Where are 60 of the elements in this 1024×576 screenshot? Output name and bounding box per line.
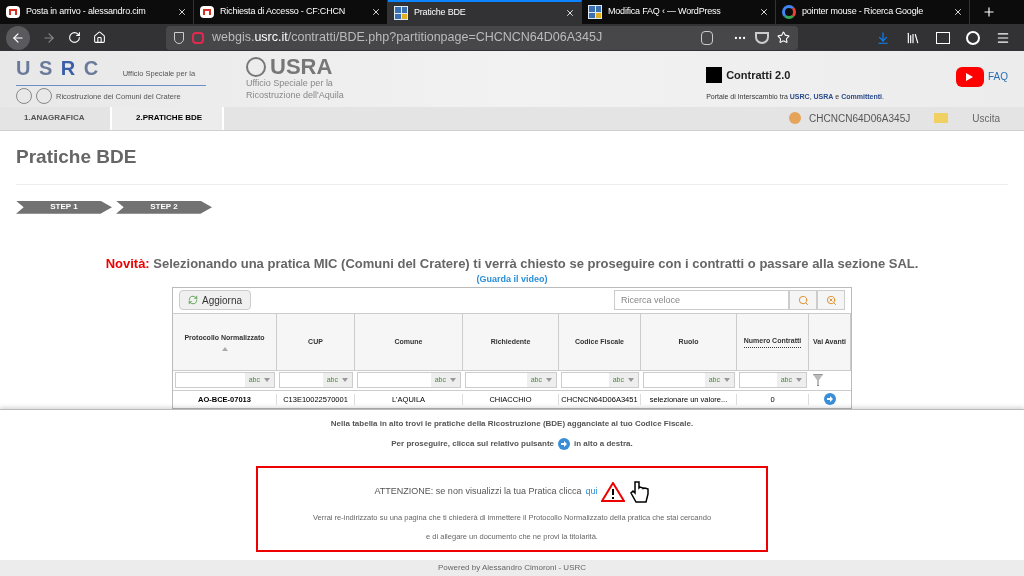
tab-title: Modifica FAQ ‹ — WordPress bbox=[608, 5, 722, 19]
search-icon bbox=[797, 294, 809, 306]
close-icon[interactable] bbox=[953, 7, 963, 18]
portal-title: Contratti 2.0 bbox=[726, 68, 791, 84]
close-icon[interactable] bbox=[177, 7, 187, 18]
logo-letter: C bbox=[83, 56, 99, 82]
logo-letter: U bbox=[16, 56, 31, 82]
logo-caption: Ricostruzione dell'Aquila bbox=[246, 89, 344, 101]
tab-title: Pratiche BDE bbox=[414, 6, 467, 20]
logout-link[interactable]: Uscita bbox=[972, 110, 1000, 126]
news-notice: Novità: Selezionando una pratica MIC (Comuni del Cratere) ti verrà chiesto se proseguire con i contratti o passare alla sezione SAL. bbox=[104, 254, 920, 273]
youtube-icon[interactable] bbox=[956, 66, 984, 87]
browser-tab[interactable]: Pratiche BDE bbox=[388, 0, 582, 25]
close-icon[interactable] bbox=[371, 7, 381, 18]
home-icon[interactable] bbox=[93, 31, 106, 45]
mail-icon bbox=[6, 6, 20, 19]
menu-icon[interactable] bbox=[996, 30, 1010, 45]
help-text: in alto a destra. bbox=[574, 437, 633, 450]
arrow-right-icon bbox=[558, 437, 570, 450]
reload-icon[interactable] bbox=[68, 31, 81, 45]
mail-icon bbox=[200, 6, 214, 19]
address-bar[interactable]: webgis.usrc.it/contratti/BDE.php?partitionpage=CHCNCN64D06A345J bbox=[166, 25, 798, 50]
faq-link[interactable]: FAQ bbox=[988, 69, 1008, 85]
url-text: webgis.usrc.it/contratti/BDE.php?partitionpage=CHCNCN64D06A345J bbox=[212, 29, 604, 47]
video-link[interactable]: (Guarda il video) bbox=[476, 273, 548, 287]
tab-title: Richiesta di Accesso - CF:CHCN bbox=[220, 5, 347, 19]
download-icon[interactable] bbox=[876, 30, 890, 45]
logo-mark: USRA bbox=[270, 56, 333, 79]
logo-letter: R bbox=[60, 56, 76, 82]
refresh-button[interactable]: Aggiorna bbox=[179, 290, 252, 311]
help-text: Per proseguire, clicca sul relativo pulsante bbox=[391, 437, 554, 450]
forward-icon[interactable] bbox=[42, 30, 56, 45]
footer-text: Powered by Alessandro Cimoroni - USRC bbox=[437, 562, 587, 575]
warning-icon bbox=[601, 481, 626, 502]
step-tab[interactable]: 2.PRATICHE BDE bbox=[112, 106, 224, 131]
new-tab-icon[interactable] bbox=[982, 5, 996, 20]
star-icon[interactable] bbox=[777, 31, 790, 45]
tab-title: Posta in arrivo - alessandro.cim bbox=[26, 5, 147, 19]
clear-search-icon bbox=[825, 294, 837, 306]
help-text: Nella tabella in alto trovi le pratiche della Ricostruzione (BDE) agganciate al tuo Codice Fiscale. bbox=[330, 417, 694, 430]
user-code: CHCNCN64D06A345J bbox=[809, 111, 911, 126]
hand-cursor-icon bbox=[629, 479, 650, 504]
site-icon bbox=[588, 5, 602, 20]
site-icon bbox=[394, 6, 408, 21]
google-icon bbox=[782, 5, 796, 20]
emblem-icon bbox=[246, 57, 266, 78]
back-icon[interactable] bbox=[6, 25, 30, 50]
library-icon[interactable] bbox=[906, 30, 920, 45]
logo-caption: Ufficio Speciale per la bbox=[246, 78, 334, 90]
close-icon[interactable] bbox=[565, 8, 575, 19]
page-title: Pratiche BDE bbox=[16, 143, 1008, 185]
close-icon[interactable] bbox=[759, 7, 769, 18]
sidebar-icon[interactable] bbox=[936, 31, 950, 44]
refresh-icon bbox=[188, 295, 198, 306]
tab-title: pointer mouse - Ricerca Google bbox=[802, 5, 925, 19]
go-arrow-icon bbox=[824, 393, 836, 406]
quick-search-field[interactable]: Ricerca veloce bbox=[614, 290, 789, 311]
attention-text: ATTENZIONE: se non visualizzi la tua Pratica clicca bbox=[374, 485, 582, 499]
logo-letter: S bbox=[38, 56, 53, 82]
here-link[interactable]: qui bbox=[585, 485, 598, 499]
